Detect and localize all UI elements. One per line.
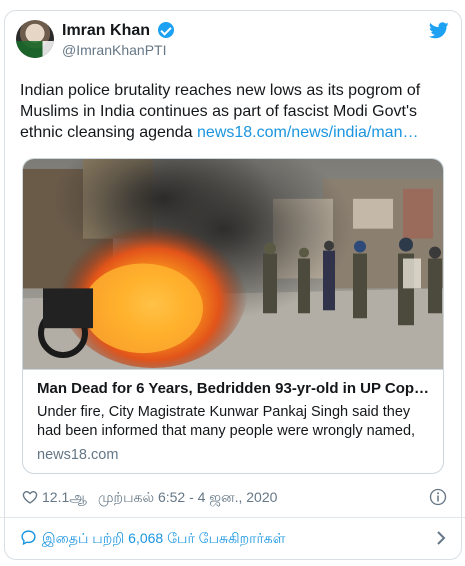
heart-icon[interactable] <box>22 489 38 505</box>
author-info[interactable]: Imran Khan @ImranKhanPTI <box>62 22 175 59</box>
author-handle[interactable]: @ImranKhanPTI <box>62 41 174 59</box>
chevron-right-icon[interactable] <box>435 530 447 546</box>
card-image <box>23 159 443 370</box>
author-display-name[interactable]: Imran Khan <box>62 22 150 40</box>
conversation-link[interactable]: இதைப் பற்றி 6,068 பேர் பேசுகிறார்கள் <box>20 528 447 548</box>
tweet-timestamp[interactable]: முற்பகல் 6:52 - 4 ஜன., 2020 <box>98 489 277 508</box>
verified-badge-icon <box>158 22 175 38</box>
reply-bubble-icon <box>21 530 36 546</box>
avatar[interactable] <box>16 20 54 58</box>
twitter-bird-icon[interactable] <box>429 22 449 39</box>
card-description: Under fire, City Magistrate Kunwar Panka… <box>37 404 416 439</box>
card-body: Man Dead for 6 Years, Bedridden 93-yr-ol… <box>37 379 431 465</box>
divider <box>0 517 465 518</box>
conversation-label[interactable]: இதைப் பற்றி 6,068 பேர் பேசுகிறார்கள் <box>42 530 285 549</box>
card-domain: news18.com <box>37 447 119 463</box>
card-title[interactable]: Man Dead for 6 Years, Bedridden 93-yr-ol… <box>37 379 431 399</box>
tweet-header: Imran Khan @ImranKhanPTI <box>16 20 449 60</box>
like-count[interactable]: 12.1ஆ <box>42 489 87 508</box>
tweet-meta: 12.1ஆ முற்பகல் 6:52 - 4 ஜன., 2020 <box>22 488 447 508</box>
tweet-link[interactable]: news18.com/news/india/man… <box>197 124 418 141</box>
tweet-text: Indian police brutality reaches new lows… <box>20 80 440 143</box>
info-icon[interactable] <box>429 488 447 506</box>
link-preview-card[interactable]: Man Dead for 6 Years, Bedridden 93-yr-ol… <box>22 158 444 474</box>
